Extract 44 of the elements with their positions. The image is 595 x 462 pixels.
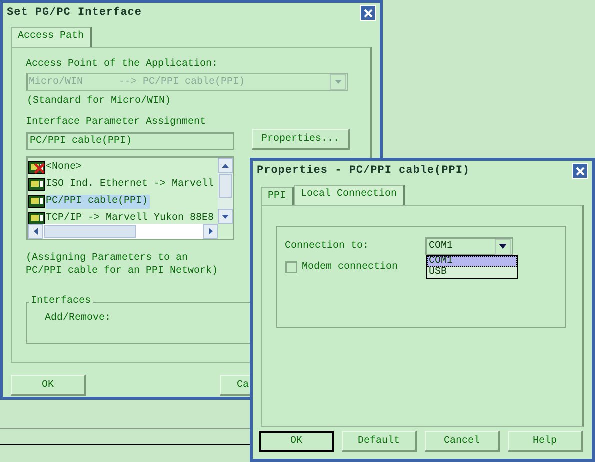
field-label: Interface Parameter Assignment bbox=[26, 116, 208, 129]
dialog-button[interactable]: Default bbox=[342, 431, 417, 452]
modem-checkbox[interactable]: Modem connection bbox=[285, 261, 398, 273]
network-card-icon bbox=[28, 194, 45, 208]
dropdown-arrow-icon bbox=[499, 244, 507, 249]
parameter-field[interactable]: PC/PPI cable(PPI) bbox=[26, 132, 234, 150]
close-button[interactable] bbox=[572, 163, 588, 179]
close-icon bbox=[576, 166, 584, 176]
list-item[interactable]: PC/PPI cable(PPI) bbox=[28, 193, 217, 210]
close-button[interactable] bbox=[360, 5, 376, 21]
description-text: (Assigning Parameters to an PC/PPI cable for an PPI Network) bbox=[26, 252, 220, 278]
network-card-icon bbox=[28, 212, 45, 226]
field-label: Add/Remove: bbox=[45, 312, 112, 325]
horizontal-scrollbar[interactable] bbox=[28, 224, 218, 239]
network-card-icon bbox=[28, 160, 45, 174]
window-title: Properties - PC/PPI cable(PPI) bbox=[257, 165, 470, 177]
field-label: Connection to: bbox=[285, 240, 370, 252]
tab[interactable]: Local Connection bbox=[294, 185, 406, 205]
down-arrow-icon bbox=[222, 214, 229, 218]
window-title: Set PG/PC Interface bbox=[7, 7, 142, 19]
dialog-button[interactable]: Help bbox=[508, 431, 583, 452]
dialog-button[interactable]: Ca bbox=[220, 375, 253, 396]
list-item[interactable]: TCP/IP -> Marvell Yukon 88E8 bbox=[28, 210, 217, 227]
close-icon bbox=[364, 8, 372, 18]
note-text: (Standard for Micro/WIN) bbox=[27, 95, 172, 108]
right-arrow-icon bbox=[208, 228, 212, 235]
dropdown-option[interactable]: USB bbox=[427, 267, 517, 278]
dialog-button[interactable]: Cancel bbox=[425, 431, 500, 452]
properties-button[interactable]: Properties... bbox=[252, 129, 350, 150]
dialog-button[interactable]: OK bbox=[259, 431, 334, 452]
list-item[interactable]: ISO Ind. Ethernet -> Marvell bbox=[28, 176, 217, 193]
list-item[interactable]: <None> bbox=[28, 159, 217, 176]
interface-list[interactable]: <None> ISO Ind. Ethernet -> Marvell PC/PPI cable(PPI) TCP/IP -> Marvell Yukon 88E8 bbox=[26, 156, 234, 240]
tab[interactable]: Access Path bbox=[11, 27, 92, 47]
group-title: Interfaces bbox=[30, 296, 92, 308]
dropdown-option[interactable]: COM1 bbox=[427, 256, 517, 267]
vertical-scrollbar[interactable] bbox=[218, 158, 233, 224]
field-label: Access Point of the Application: bbox=[26, 58, 220, 71]
left-arrow-icon bbox=[34, 228, 38, 235]
up-arrow-icon bbox=[222, 164, 229, 168]
tab[interactable]: PPI bbox=[261, 187, 294, 205]
network-card-icon bbox=[28, 178, 45, 192]
dropdown-arrow-icon bbox=[334, 80, 342, 84]
dialog-button[interactable]: OK bbox=[11, 375, 86, 396]
